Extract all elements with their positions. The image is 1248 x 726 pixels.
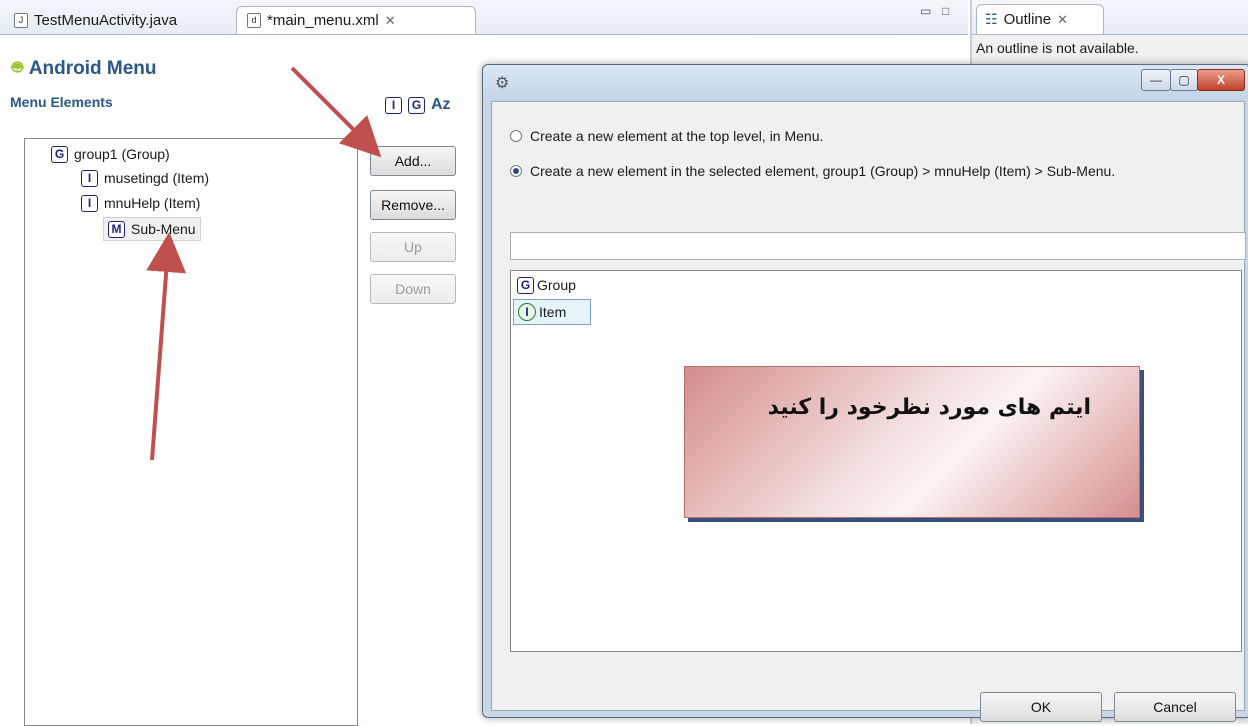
radio-label: Create a new element at the top level, i… xyxy=(530,128,824,144)
item-icon: I xyxy=(81,169,98,187)
tab-outline[interactable]: ☷ Outline ✕ xyxy=(976,4,1104,34)
item-icon: I xyxy=(518,303,536,321)
remove-button[interactable]: Remove... xyxy=(370,190,456,220)
tree-node-sub-menu[interactable]: M Sub-Menu xyxy=(103,217,201,241)
radio-top-level[interactable]: Create a new element at the top level, i… xyxy=(510,128,823,144)
filter-input[interactable] xyxy=(510,232,1246,260)
eclipse-icon: ⚙ xyxy=(495,75,510,92)
radio-on-icon xyxy=(510,165,522,177)
close-tab-icon[interactable]: ✕ xyxy=(385,13,396,29)
annotation-text: ایتم های مورد نظرخود را کنید xyxy=(767,395,1091,420)
list-item-group[interactable]: G Group xyxy=(513,273,580,297)
tree-node-musetingd[interactable]: I musetingd (Item) xyxy=(81,167,209,189)
filter-group-icon[interactable]: G xyxy=(408,96,425,114)
group-icon: G xyxy=(51,145,68,163)
tree-node-label: group1 (Group) xyxy=(74,146,170,162)
editor-tab-bar: J TestMenuActivity.java d *main_menu.xml… xyxy=(0,0,968,35)
java-file-icon: J xyxy=(14,12,28,28)
tab-label: *main_menu.xml xyxy=(267,12,379,29)
tree-node-label: musetingd (Item) xyxy=(104,170,210,186)
tree-node-label: mnuHelp (Item) xyxy=(104,195,201,211)
outline-tab-label: Outline xyxy=(1003,11,1052,28)
tree-node-mnuhelp[interactable]: I mnuHelp (Item) xyxy=(81,192,200,214)
down-button[interactable]: Down xyxy=(370,274,456,304)
minimize-button[interactable]: — xyxy=(1141,69,1171,91)
list-item-label: Item xyxy=(539,304,567,320)
sort-toolbar: I G Az xyxy=(385,96,451,114)
up-button[interactable]: Up xyxy=(370,232,456,262)
add-button[interactable]: Add... xyxy=(370,146,456,176)
tab-testmenuactivity[interactable]: J TestMenuActivity.java xyxy=(4,6,187,34)
list-item-label: Group xyxy=(537,277,576,293)
maximize-button[interactable]: ▢ xyxy=(1170,69,1198,91)
maximize-view-icon[interactable]: □ xyxy=(942,4,949,18)
filter-item-icon[interactable]: I xyxy=(385,96,402,114)
radio-label: Create a new element in the selected ele… xyxy=(530,163,1116,179)
radio-off-icon xyxy=(510,130,522,142)
close-tab-icon[interactable]: ✕ xyxy=(1057,12,1068,28)
close-button[interactable]: X xyxy=(1197,69,1245,91)
ok-button[interactable]: OK xyxy=(980,692,1102,722)
item-icon: I xyxy=(81,194,98,212)
tree-node-group1[interactable]: G group1 (Group) xyxy=(51,143,170,165)
annotation-note: ایتم های مورد نظرخود را کنید xyxy=(684,366,1140,518)
outline-tab-bar: ☷ Outline ✕ xyxy=(972,0,1248,35)
tab-main-menu-xml[interactable]: d *main_menu.xml ✕ xyxy=(236,6,476,34)
page-title: 🤖︎ Android Menu xyxy=(12,56,157,81)
radio-selected-element[interactable]: Create a new element in the selected ele… xyxy=(510,163,1115,179)
cancel-button[interactable]: Cancel xyxy=(1114,692,1236,722)
menu-icon: M xyxy=(108,220,125,238)
section-label: Menu Elements xyxy=(10,94,113,110)
tab-label: TestMenuActivity.java xyxy=(34,11,178,29)
outline-icon: ☷ xyxy=(985,11,998,27)
list-item-item[interactable]: I Item xyxy=(513,299,592,325)
menu-elements-tree[interactable]: G group1 (Group) I musetingd (Item) I mn… xyxy=(24,138,358,726)
group-icon: G xyxy=(517,276,534,294)
android-icon: 🤖︎ xyxy=(12,57,23,77)
xml-file-icon: d xyxy=(247,13,261,28)
tree-node-label: Sub-Menu xyxy=(131,221,196,237)
dialog-titlebar: ⚙ — ▢ X xyxy=(483,65,1248,101)
sort-alpha-icon[interactable]: Az xyxy=(431,96,451,114)
page-title-text: Android Menu xyxy=(28,57,157,79)
arrow-to-add-button xyxy=(290,66,382,158)
outline-message: An outline is not available. xyxy=(976,40,1139,56)
minimize-view-icon[interactable]: ▭ xyxy=(920,4,931,18)
